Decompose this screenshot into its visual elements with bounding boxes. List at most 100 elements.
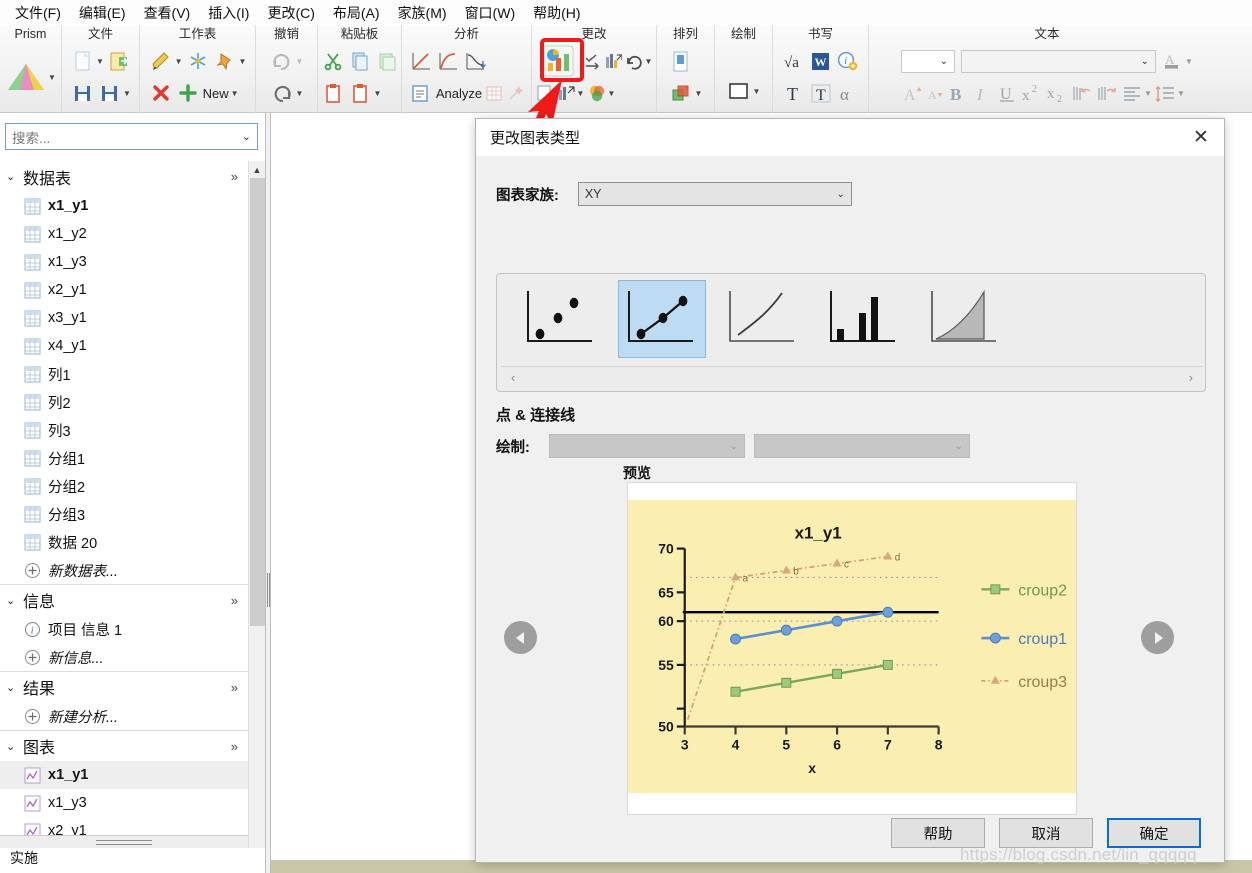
- page-layout-icon[interactable]: [669, 49, 693, 73]
- refresh-circular-icon[interactable]: [625, 52, 643, 70]
- ok-button[interactable]: 确定: [1107, 818, 1201, 848]
- paste-caret-icon[interactable]: ▼: [374, 89, 382, 98]
- navigator-horizontal-scrollbar[interactable]: [0, 835, 248, 848]
- sidebar-item-x1-y3-table[interactable]: x1_y3: [0, 248, 248, 276]
- cancel-button[interactable]: 取消: [999, 818, 1093, 848]
- decrease-font-size-icon[interactable]: A: [926, 84, 944, 102]
- analyze-table-icon[interactable]: [485, 84, 503, 102]
- scatter-points-thumb[interactable]: [517, 280, 605, 358]
- pin-caret-icon[interactable]: ▼: [239, 57, 247, 66]
- italic-icon[interactable]: I: [970, 81, 994, 105]
- redo-caret-icon[interactable]: ▼: [296, 57, 304, 66]
- paste-icon[interactable]: [321, 81, 345, 105]
- highlighter-caret-icon[interactable]: ▼: [175, 57, 183, 66]
- draw-rectangle-icon[interactable]: [727, 79, 751, 103]
- line-spacing-caret-icon[interactable]: ▼: [1177, 89, 1185, 98]
- sidebar-section-data-tables[interactable]: ⌄ 数据表 »: [0, 161, 248, 192]
- text-box-tool-icon[interactable]: T: [809, 81, 833, 105]
- prism-logo-icon[interactable]: [5, 55, 49, 99]
- delete-sheet-icon[interactable]: [149, 81, 173, 105]
- venn-color-icon[interactable]: [587, 84, 605, 102]
- copy-icon[interactable]: [348, 49, 372, 73]
- greek-symbol-icon[interactable]: α: [836, 81, 860, 105]
- menu-file[interactable]: 文件(F): [6, 1, 70, 25]
- venn-caret-icon[interactable]: ▼: [607, 89, 615, 98]
- paste-options-icon[interactable]: [348, 81, 372, 105]
- prev-graph-type-button[interactable]: [504, 621, 537, 654]
- bar-thumb[interactable]: [820, 280, 908, 358]
- word-icon[interactable]: W: [809, 49, 833, 73]
- gallery-scroll-bar[interactable]: ‹ ›: [501, 366, 1203, 388]
- sidebar-item-new-analysis[interactable]: 新建分析...: [0, 702, 248, 730]
- sidebar-item-x4-y1-table[interactable]: x4_y1: [0, 332, 248, 360]
- open-file-icon[interactable]: [107, 49, 131, 73]
- cut-scissors-icon[interactable]: [321, 49, 345, 73]
- search-input[interactable]: 搜索... ⌄: [5, 123, 258, 150]
- menu-insert[interactable]: 插入(I): [199, 1, 258, 25]
- sidebar-item-x1-y2-table[interactable]: x1_y2: [0, 220, 248, 248]
- scrollbar-thumb[interactable]: [250, 178, 265, 626]
- sidebar-item-lie3-table[interactable]: 列3: [0, 416, 248, 444]
- new-sheet-label[interactable]: New: [203, 86, 229, 101]
- pin-icon[interactable]: [213, 49, 237, 73]
- sidebar-item-group2-table[interactable]: 分组2: [0, 472, 248, 500]
- nonlinear-regression-icon[interactable]: [436, 49, 460, 73]
- draw-select-1[interactable]: ⌄: [548, 434, 745, 458]
- gallery-scroll-left-icon[interactable]: ‹: [511, 370, 515, 385]
- add-sheet-icon[interactable]: [176, 81, 200, 105]
- new-file-caret-icon[interactable]: ▼: [96, 57, 104, 66]
- draw-caret-icon[interactable]: ▼: [753, 87, 761, 96]
- line-only-thumb[interactable]: [719, 280, 807, 358]
- font-color-icon[interactable]: A: [1162, 52, 1180, 70]
- sidebar-section-results[interactable]: ⌄ 结果 »: [0, 671, 248, 702]
- subscript-icon[interactable]: x2: [1045, 81, 1069, 105]
- sidebar-item-lie1-table[interactable]: 列1: [0, 360, 248, 388]
- font-color-caret-icon[interactable]: ▼: [1185, 57, 1193, 66]
- sidebar-item-lie2-table[interactable]: 列2: [0, 388, 248, 416]
- save-icon[interactable]: [70, 81, 94, 105]
- navigator-list[interactable]: ⌄ 数据表 » x1_y1 x1_y2 x1_y3 x2_y1 x3_y1 x4…: [0, 161, 248, 873]
- sidebar-item-x3-y1-table[interactable]: x3_y1: [0, 304, 248, 332]
- align-caret-icon[interactable]: ▼: [1144, 89, 1152, 98]
- font-size-select[interactable]: ⌄: [901, 49, 956, 73]
- sidebar-item-x2-y1-table[interactable]: x2_y1: [0, 276, 248, 304]
- draw-select-2[interactable]: ⌄: [753, 434, 970, 458]
- menu-view[interactable]: 查看(V): [135, 1, 200, 25]
- menu-layout[interactable]: 布局(A): [324, 1, 389, 25]
- graph-family-select[interactable]: XY ⌄: [577, 182, 852, 206]
- sidebar-item-x1-y3-graph[interactable]: x1_y3: [0, 789, 248, 817]
- analyze-wand-icon[interactable]: [506, 84, 524, 102]
- prism-menu-caret-icon[interactable]: ▼: [48, 73, 56, 82]
- highlighter-icon[interactable]: [149, 49, 173, 73]
- underline-icon[interactable]: U: [995, 81, 1019, 105]
- sidebar-section-graphs[interactable]: ⌄ 图表 »: [0, 730, 248, 761]
- gallery-scroll-right-icon[interactable]: ›: [1189, 370, 1193, 385]
- sidebar-item-data20-table[interactable]: 数据 20: [0, 528, 248, 556]
- analyze-label[interactable]: Analyze: [436, 86, 482, 101]
- info-add-icon[interactable]: i: [836, 49, 860, 73]
- increase-font-size-icon[interactable]: A: [901, 81, 925, 105]
- menu-edit[interactable]: 编辑(E): [70, 1, 135, 25]
- undo-icon[interactable]: [270, 81, 294, 105]
- menu-help[interactable]: 帮助(H): [524, 1, 589, 25]
- freeze-snowflake-icon[interactable]: [186, 49, 210, 73]
- close-icon[interactable]: ✕: [1178, 119, 1224, 156]
- next-graph-type-button[interactable]: [1141, 621, 1174, 654]
- save-as-icon[interactable]: [97, 81, 121, 105]
- bold-icon[interactable]: B: [945, 81, 969, 105]
- section-more-icon[interactable]: »: [231, 593, 238, 608]
- linear-regression-icon[interactable]: [409, 49, 433, 73]
- transpose-icon[interactable]: [583, 52, 601, 70]
- arrange-caret-icon[interactable]: ▼: [695, 89, 703, 98]
- sidebar-section-info[interactable]: ⌄ 信息 »: [0, 584, 248, 615]
- save-as-caret-icon[interactable]: ▼: [123, 89, 131, 98]
- menu-family[interactable]: 家族(M): [389, 1, 456, 25]
- sidebar-item-new-data-table[interactable]: 新数据表...: [0, 556, 248, 584]
- help-button[interactable]: 帮助: [891, 818, 985, 848]
- sidebar-item-project-info-1[interactable]: i 项目 信息 1: [0, 615, 248, 643]
- text-tool-icon[interactable]: T: [782, 81, 806, 105]
- graph-scale-caret-icon[interactable]: ▼: [577, 89, 585, 98]
- change-bar-icon[interactable]: [604, 52, 622, 70]
- add-data-set-icon[interactable]: [536, 84, 554, 102]
- menu-window[interactable]: 窗口(W): [456, 1, 525, 25]
